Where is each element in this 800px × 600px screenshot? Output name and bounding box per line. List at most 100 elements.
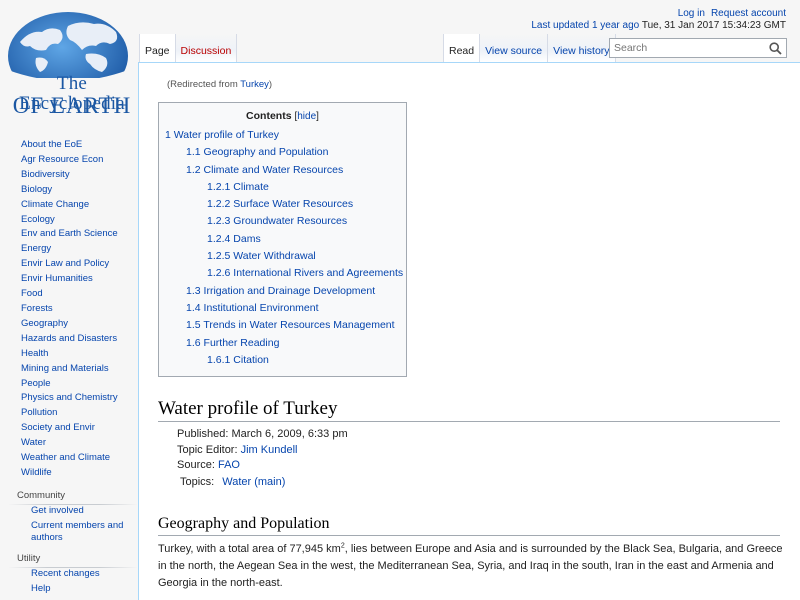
sidebar-item[interactable]: Wildlife bbox=[0, 466, 138, 481]
last-updated-link[interactable]: Last updated 1 year ago bbox=[531, 20, 639, 31]
toc-number: 1.5 bbox=[186, 319, 201, 332]
request-account-link[interactable]: Request account bbox=[711, 8, 786, 19]
toc-entry[interactable]: 1.2.3 Groundwater Resources bbox=[165, 213, 400, 230]
sidebar-item[interactable]: Climate Change bbox=[0, 198, 138, 213]
sidebar-item-ecology[interactable]: Ecology bbox=[21, 214, 55, 225]
sidebar-item-food[interactable]: Food bbox=[21, 288, 43, 299]
toc-entry[interactable]: 1.6 Further Reading bbox=[165, 335, 400, 352]
sidebar-item[interactable]: Biodiversity bbox=[0, 168, 138, 183]
sidebar-item[interactable]: Envir Humanities bbox=[0, 272, 138, 287]
sidebar-item-weather-climate[interactable]: Weather and Climate bbox=[21, 452, 110, 463]
sidebar-item[interactable]: Mining and Materials bbox=[0, 362, 138, 377]
toc-entry[interactable]: 1 Water profile of Turkey bbox=[165, 127, 400, 144]
sidebar-item-climate-change[interactable]: Climate Change bbox=[21, 199, 89, 210]
sidebar-item-biology[interactable]: Biology bbox=[21, 184, 52, 195]
sidebar-item-envir-law-policy[interactable]: Envir Law and Policy bbox=[21, 258, 109, 269]
sidebar-item-agr-resource-econ[interactable]: Agr Resource Econ bbox=[21, 154, 103, 165]
current-members-link[interactable]: Current members and authors bbox=[31, 520, 123, 543]
topics-link[interactable]: Water (main) bbox=[222, 476, 285, 488]
sidebar-item[interactable]: Envir Law and Policy bbox=[0, 257, 138, 272]
toc-number: 1.2 bbox=[186, 163, 201, 176]
toc-entry[interactable]: 1.1 Geography and Population bbox=[165, 144, 400, 161]
toc-entry[interactable]: 1.2.2 Surface Water Resources bbox=[165, 196, 400, 213]
get-involved-link[interactable]: Get involved bbox=[31, 505, 84, 516]
toc-entry[interactable]: 1.2.4 Dams bbox=[165, 231, 400, 248]
sidebar-item-water[interactable]: Water bbox=[21, 437, 46, 448]
search-input[interactable] bbox=[610, 39, 760, 57]
toc-entry[interactable]: 1.4 Institutional Environment bbox=[165, 300, 400, 317]
sidebar-item[interactable]: Current members and authors bbox=[0, 520, 138, 544]
published-label: Published: bbox=[177, 428, 232, 440]
toc-number: 1.6 bbox=[186, 336, 201, 349]
toc-number: 1.2.4 bbox=[207, 232, 231, 245]
tab-view-source-label: View source bbox=[485, 45, 543, 57]
last-updated-timestamp: Tue, 31 Jan 2017 15:34:23 GMT bbox=[641, 20, 786, 31]
sidebar-item[interactable]: Geography bbox=[0, 317, 138, 332]
sidebar-item[interactable]: Weather and Climate bbox=[0, 451, 138, 466]
toc-text: Water Withdrawal bbox=[233, 250, 316, 263]
sidebar-item-biodiversity[interactable]: Biodiversity bbox=[21, 169, 70, 180]
toc-entry[interactable]: 1.2.6 International Rivers and Agreement… bbox=[165, 265, 403, 282]
sidebar-item-mining-materials[interactable]: Mining and Materials bbox=[21, 363, 109, 374]
sidebar-item-env-earth-science[interactable]: Env and Earth Science bbox=[21, 228, 118, 239]
toc-number: 1.2.2 bbox=[207, 198, 231, 211]
sidebar-item-people[interactable]: People bbox=[21, 378, 51, 389]
sidebar-item[interactable]: Pollution bbox=[0, 406, 138, 421]
tab-discussion[interactable]: Discussion bbox=[175, 34, 238, 62]
tab-view-history[interactable]: View history bbox=[548, 34, 616, 62]
toc-entry[interactable]: 1.5 Trends in Water Resources Management bbox=[165, 317, 400, 334]
login-link[interactable]: Log in bbox=[678, 8, 705, 19]
sidebar-item-society-envir[interactable]: Society and Envir bbox=[21, 422, 95, 433]
sidebar-item-wildlife[interactable]: Wildlife bbox=[21, 467, 52, 478]
toc-entry[interactable]: 1.2 Climate and Water Resources bbox=[165, 162, 400, 179]
source-link[interactable]: FAO bbox=[218, 459, 240, 471]
sidebar-item[interactable]: Food bbox=[0, 287, 138, 302]
sidebar-item[interactable]: Society and Envir bbox=[0, 421, 138, 436]
tab-page-label: Page bbox=[145, 45, 170, 57]
sidebar-item[interactable]: Forests bbox=[0, 302, 138, 317]
toc-hide-link[interactable]: hide bbox=[297, 111, 316, 122]
sidebar-item[interactable]: Biology bbox=[0, 183, 138, 198]
recent-changes-link[interactable]: Recent changes bbox=[31, 568, 100, 579]
sidebar-item[interactable]: Env and Earth Science bbox=[0, 227, 138, 242]
sidebar-item[interactable]: Energy bbox=[0, 242, 138, 257]
personal-tools: Log in Request account Last updated 1 yea… bbox=[531, 8, 786, 32]
toc-text: Irrigation and Drainage Development bbox=[203, 284, 376, 297]
sidebar-item[interactable]: People bbox=[0, 377, 138, 392]
sidebar-item-envir-humanities[interactable]: Envir Humanities bbox=[21, 273, 93, 284]
editor-row: Topic Editor: Jim Kundell bbox=[177, 443, 348, 459]
toc-entry[interactable]: 1.2.5 Water Withdrawal bbox=[165, 248, 400, 265]
sidebar-item-about-eoe[interactable]: About the EoE bbox=[21, 139, 82, 150]
sidebar-item[interactable]: Water bbox=[0, 436, 138, 451]
sidebar-item[interactable]: Agr Resource Econ bbox=[0, 153, 138, 168]
sidebar-item[interactable]: Recent changes bbox=[0, 568, 138, 580]
sidebar-item-geography[interactable]: Geography bbox=[21, 318, 68, 329]
toc-title-row: Contents [hide] bbox=[165, 109, 400, 124]
sidebar-item-forests[interactable]: Forests bbox=[21, 303, 53, 314]
sidebar-item-physics-chemistry[interactable]: Physics and Chemistry bbox=[21, 392, 118, 403]
editor-link[interactable]: Jim Kundell bbox=[241, 444, 298, 456]
tab-view-source[interactable]: View source bbox=[480, 34, 549, 62]
sidebar-item[interactable]: Get involved bbox=[0, 505, 138, 517]
toc-title: Contents bbox=[246, 110, 292, 122]
search-icon[interactable] bbox=[769, 42, 782, 55]
sidebar-item[interactable]: Physics and Chemistry bbox=[0, 391, 138, 406]
sidebar-item[interactable]: Health bbox=[0, 347, 138, 362]
toc-entry[interactable]: 1.2.1 Climate bbox=[165, 179, 400, 196]
tab-page[interactable]: Page bbox=[139, 34, 176, 62]
sidebar-item-health[interactable]: Health bbox=[21, 348, 48, 359]
sidebar-item[interactable]: Help bbox=[0, 583, 138, 595]
site-logo[interactable]: The Encyclopedia OF EARTH bbox=[6, 12, 130, 118]
toc-entry[interactable]: 1.6.1 Citation bbox=[165, 352, 400, 369]
sidebar-item[interactable]: Ecology bbox=[0, 213, 138, 228]
topics-row: Topics: Water (main) bbox=[177, 475, 348, 491]
redirect-link[interactable]: Turkey bbox=[240, 79, 269, 90]
help-link[interactable]: Help bbox=[31, 583, 51, 594]
sidebar-item[interactable]: Hazards and Disasters bbox=[0, 332, 138, 347]
tab-read[interactable]: Read bbox=[443, 34, 481, 62]
sidebar-item-pollution[interactable]: Pollution bbox=[21, 407, 57, 418]
toc-entry[interactable]: 1.3 Irrigation and Drainage Development bbox=[165, 283, 400, 300]
sidebar-item[interactable]: About the EoE bbox=[0, 138, 138, 153]
sidebar-item-energy[interactable]: Energy bbox=[21, 243, 51, 254]
sidebar-item-hazards-disasters[interactable]: Hazards and Disasters bbox=[21, 333, 117, 344]
